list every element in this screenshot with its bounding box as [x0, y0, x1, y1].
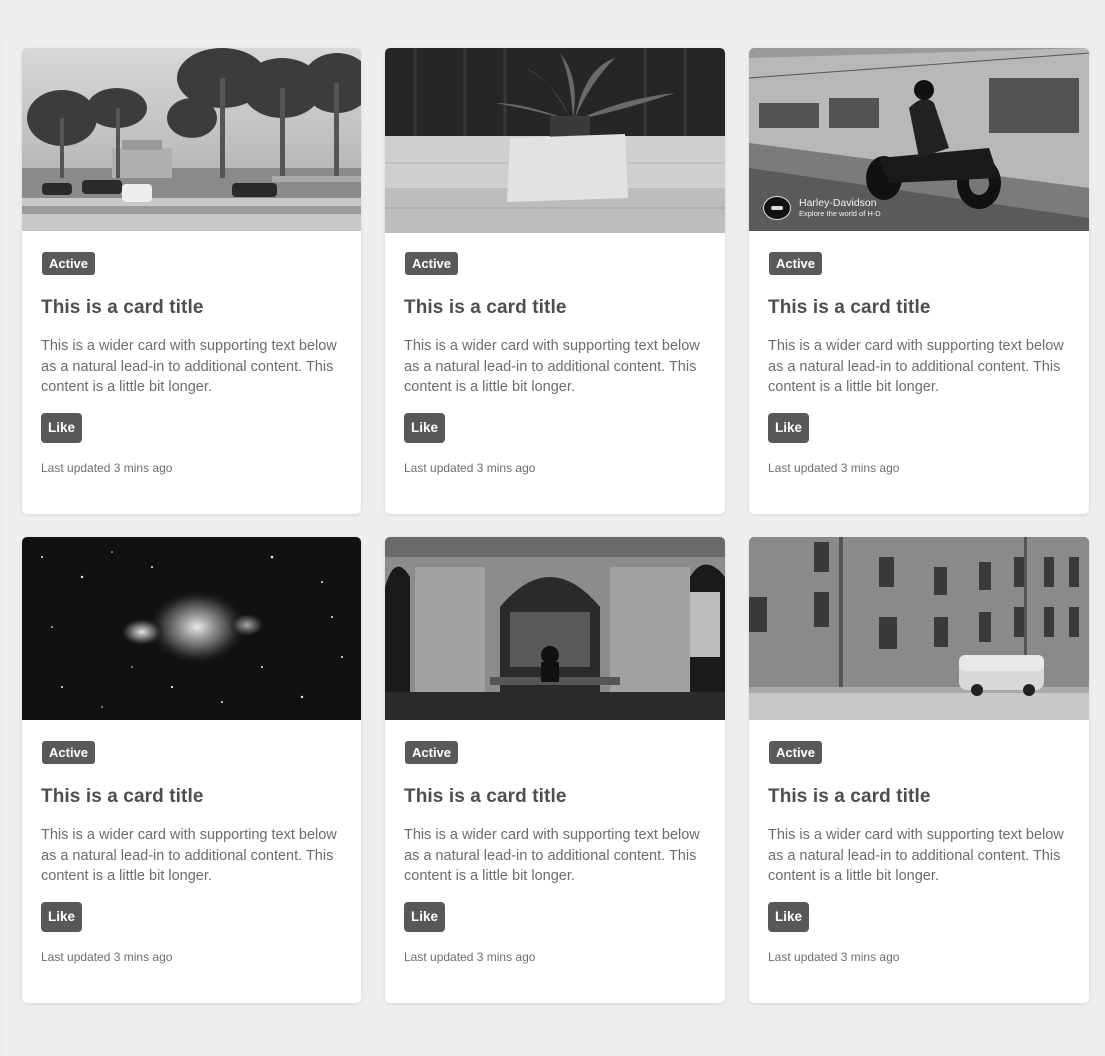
page: Active This is a card title This is a wi… — [0, 0, 1105, 1056]
card-image — [22, 48, 361, 231]
card-text: This is a wider card with supporting tex… — [768, 338, 1064, 395]
card-text: This is a wider card with supporting tex… — [41, 338, 337, 395]
status-badge: Active — [769, 252, 823, 275]
card-text: This is a wider card with supporting tex… — [404, 338, 700, 395]
card-title: This is a card title — [768, 786, 931, 807]
card: Active This is a card title This is a wi… — [385, 537, 725, 1003]
like-button[interactable]: Like — [404, 412, 446, 443]
status-badge: Active — [405, 741, 459, 764]
last-updated-text: Last updated 3 mins ago — [768, 460, 900, 475]
like-button[interactable]: Like — [41, 412, 83, 443]
card-image — [385, 48, 725, 233]
card-title: This is a card title — [41, 297, 204, 318]
last-updated-text: Last updated 3 mins ago — [41, 949, 173, 964]
card-image — [385, 537, 725, 720]
card-image: Harley-Davidson Explore the world of H-D — [749, 48, 1089, 231]
last-updated-text: Last updated 3 mins ago — [404, 460, 536, 475]
card: Active This is a card title This is a wi… — [22, 48, 361, 514]
ad-tagline: Explore the world of H-D — [799, 209, 881, 218]
card: Active This is a card title This is a wi… — [749, 537, 1089, 1003]
last-updated-text: Last updated 3 mins ago — [41, 460, 173, 475]
card-text: This is a wider card with supporting tex… — [768, 827, 1064, 884]
card: Active This is a card title This is a wi… — [385, 48, 725, 514]
harley-davidson-logo: Harley-Davidson Explore the world of H-D — [763, 196, 881, 220]
like-button[interactable]: Like — [768, 412, 810, 443]
top-bar — [0, 0, 1105, 36]
card-text: This is a wider card with supporting tex… — [41, 827, 337, 884]
like-button[interactable]: Like — [404, 901, 446, 932]
card-title: This is a card title — [768, 297, 931, 318]
card: Harley-Davidson Explore the world of H-D… — [749, 48, 1089, 514]
card-image — [22, 537, 361, 720]
card-grid: Active This is a card title This is a wi… — [22, 48, 1089, 1003]
like-button[interactable]: Like — [41, 901, 83, 932]
card-title: This is a card title — [404, 786, 567, 807]
like-button[interactable]: Like — [768, 901, 810, 932]
status-badge: Active — [405, 252, 459, 275]
status-badge: Active — [769, 741, 823, 764]
last-updated-text: Last updated 3 mins ago — [768, 949, 900, 964]
card-title: This is a card title — [41, 786, 204, 807]
card-title: This is a card title — [404, 297, 567, 318]
card: Active This is a card title This is a wi… — [22, 537, 361, 1003]
status-badge: Active — [42, 741, 96, 764]
card-image — [749, 537, 1089, 720]
ad-brand: Harley-Davidson — [799, 197, 877, 209]
last-updated-text: Last updated 3 mins ago — [404, 949, 536, 964]
harley-davidson-icon — [763, 196, 791, 220]
card-text: This is a wider card with supporting tex… — [404, 827, 700, 884]
status-badge: Active — [42, 252, 96, 275]
